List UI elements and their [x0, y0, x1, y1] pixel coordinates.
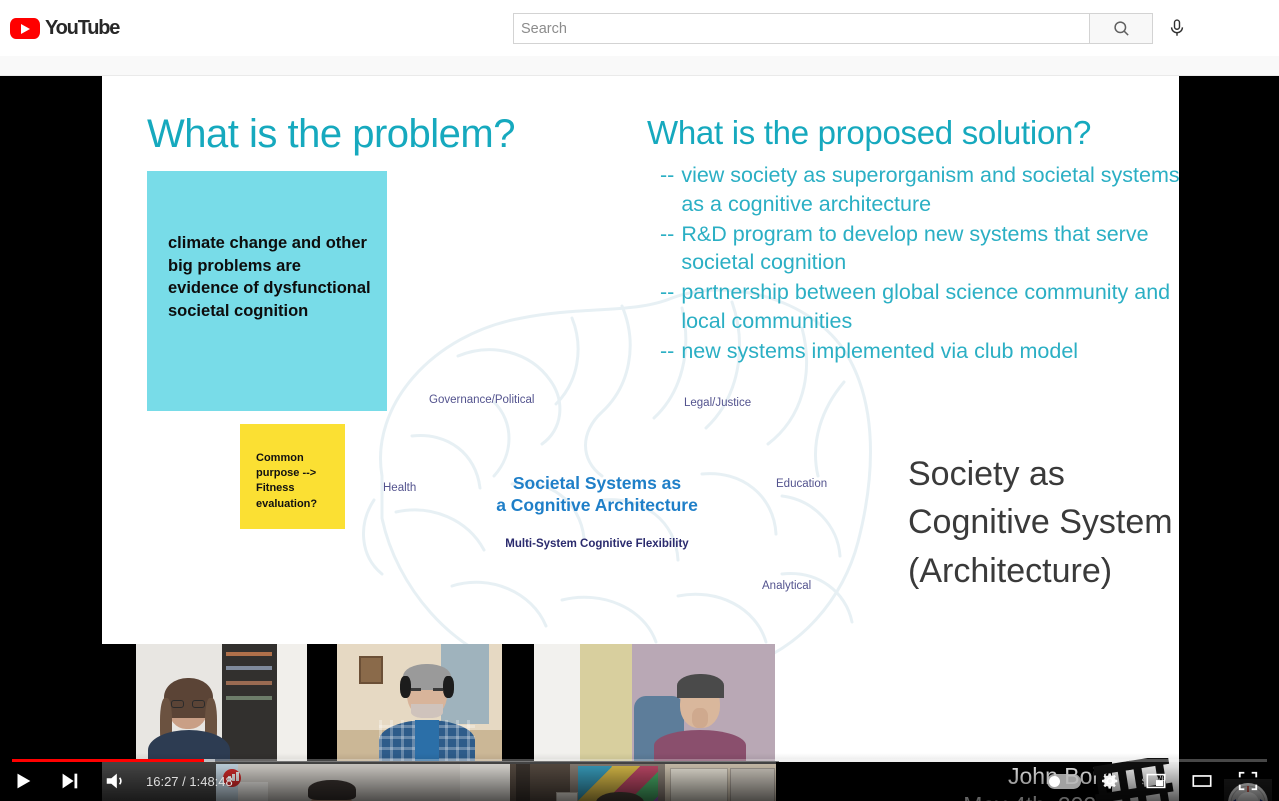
autoplay-toggle[interactable]: [1047, 773, 1081, 789]
masthead-underbar: [0, 56, 1279, 76]
volume-button[interactable]: [92, 761, 138, 801]
slide-right-heading: What is the proposed solution?: [647, 114, 1092, 151]
slide-left-heading: What is the problem?: [147, 112, 515, 156]
search-button[interactable]: [1089, 13, 1153, 44]
player-controls: 16:27 / 1:48:48: [0, 753, 1279, 801]
youtube-masthead: YouTube: [0, 0, 1279, 56]
brain-center-line-1: Societal Systems as: [512, 473, 682, 493]
theater-mode-button[interactable]: [1179, 761, 1225, 801]
youtube-logo[interactable]: YouTube: [10, 17, 120, 40]
brain-label-legal: Legal/Justice: [684, 397, 752, 409]
youtube-logo-text: YouTube: [45, 17, 120, 39]
gear-icon: [1102, 773, 1118, 789]
bullet-text: partnership between global science commu…: [681, 280, 1171, 333]
brain-label-education: Education: [776, 478, 828, 490]
brain-subtitle: Multi-System Cognitive Flexibility: [505, 538, 689, 550]
theater-mode-icon: [1192, 775, 1212, 787]
miniplayer-icon: [1146, 773, 1166, 789]
microphone-icon: [1170, 19, 1184, 36]
right-control-group: [1041, 761, 1279, 801]
bullet-text: new systems implemented via club model: [681, 338, 1079, 363]
participant-tile-2[interactable]: [307, 644, 534, 761]
video-player[interactable]: What is the problem? What is the propose…: [0, 76, 1279, 801]
youtube-play-icon: [10, 18, 40, 39]
autoplay-knob: [1049, 775, 1060, 787]
brain-label-governance: Governance/Political: [429, 394, 535, 406]
participant-tile-1[interactable]: [102, 644, 307, 761]
bullet-dash: --: [660, 338, 675, 363]
search-bar[interactable]: [513, 13, 1153, 44]
next-video-button[interactable]: [46, 761, 92, 801]
brain-label-analytical: Analytical: [762, 580, 812, 592]
problem-callout-text: climate change and other big problems ar…: [168, 234, 371, 320]
participant-tile-3[interactable]: [534, 644, 775, 761]
webcam-row-top: [102, 644, 775, 761]
time-display: 16:27 / 1:48:48: [146, 773, 233, 789]
search-input[interactable]: [513, 13, 1089, 44]
bullet-dash: --: [660, 163, 675, 187]
solution-bullet-list: -- view society as superorganism and soc…: [660, 161, 1179, 367]
bullet-text: R&D program to develop new systems that …: [681, 221, 1149, 275]
brain-label-health: Health: [383, 482, 417, 494]
settings-button[interactable]: [1087, 761, 1133, 801]
solution-bullet: -- view society as superorganism and soc…: [660, 161, 1179, 219]
miniplayer-button[interactable]: [1133, 761, 1179, 801]
fitness-note-text: Common purpose --> Fitness evaluation?: [256, 452, 318, 510]
play-icon: [17, 773, 31, 789]
search-icon: [1113, 21, 1129, 36]
bullet-text: view society as superorganism and societ…: [681, 163, 1179, 216]
brain-center-line-2: a Cognitive Architecture: [496, 495, 698, 516]
fullscreen-icon: [1238, 771, 1258, 791]
voice-search-button[interactable]: [1163, 14, 1191, 42]
solution-bullet: -- R&D program to develop new systems th…: [660, 220, 1179, 278]
slide-right-title: Society as Cognitive System (Architectur…: [908, 455, 1173, 590]
bullet-dash: --: [660, 280, 675, 305]
solution-bullet: -- new systems implemented via club mode…: [660, 337, 1179, 366]
control-button-row: 16:27 / 1:48:48: [0, 761, 1279, 801]
fullscreen-button[interactable]: [1225, 761, 1271, 801]
solution-bullet: -- partnership between global science co…: [660, 278, 1179, 336]
play-button[interactable]: [0, 761, 46, 801]
bullet-dash: --: [660, 221, 675, 246]
brain-center-title: Societal Systems as a Cognitive Architec…: [467, 472, 727, 517]
volume-icon: [106, 773, 122, 789]
next-video-icon: [62, 773, 78, 789]
fitness-note-box: Common purpose --> Fitness evaluation?: [240, 424, 345, 529]
problem-callout-box: climate change and other big problems ar…: [147, 171, 387, 411]
